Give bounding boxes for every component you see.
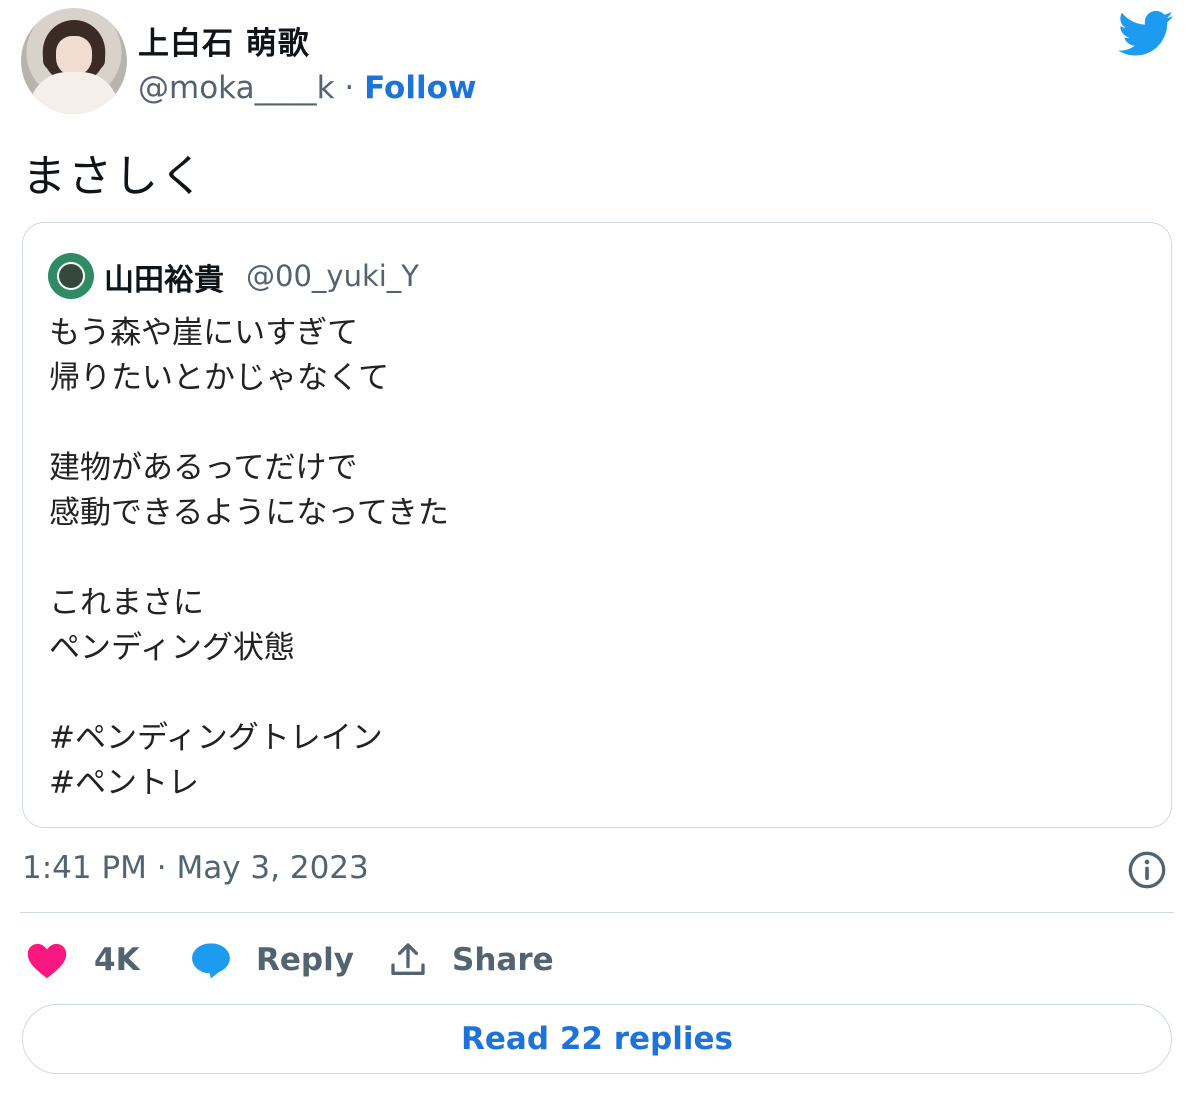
author-name[interactable]: 上白石 萌歌 bbox=[138, 18, 310, 63]
author-avatar[interactable] bbox=[21, 8, 127, 114]
author-handle-line: @moka____k · Follow bbox=[138, 70, 477, 106]
like-button[interactable]: 4K bbox=[26, 936, 140, 984]
author-handle[interactable]: @moka____k bbox=[138, 70, 335, 106]
like-count: 4K bbox=[94, 942, 140, 978]
quoted-author-handle: @00_yuki_Y bbox=[246, 259, 420, 293]
follow-link[interactable]: Follow bbox=[364, 70, 476, 106]
divider bbox=[20, 912, 1174, 913]
twitter-bird-icon[interactable] bbox=[1118, 10, 1174, 58]
quoted-tweet-card[interactable]: 山田裕貴 @00_yuki_Y もう森や崖にいすぎて 帰りたいとかじゃなくて 建… bbox=[22, 222, 1172, 828]
share-icon bbox=[391, 943, 425, 975]
quoted-tweet-text: もう森や崖にいすぎて 帰りたいとかじゃなくて 建物があるってだけで 感動できるよ… bbox=[49, 315, 449, 801]
share-label: Share bbox=[452, 942, 554, 978]
reply-label: Reply bbox=[256, 942, 354, 978]
info-icon[interactable] bbox=[1127, 850, 1167, 890]
read-replies-button[interactable]: Read 22 replies bbox=[22, 1004, 1172, 1074]
reply-button[interactable]: Reply bbox=[190, 936, 354, 984]
share-button[interactable]: Share bbox=[388, 936, 554, 984]
heart-icon bbox=[27, 943, 67, 979]
tweet-text: まさしく bbox=[22, 151, 206, 202]
reply-bubble-icon bbox=[192, 943, 230, 979]
action-bar: 4K Reply Share bbox=[22, 936, 722, 984]
tweet-timestamp[interactable]: 1:41 PM · May 3, 2023 bbox=[22, 850, 369, 886]
separator-dot: · bbox=[344, 70, 355, 106]
quoted-author-avatar[interactable] bbox=[48, 253, 94, 299]
quoted-author-name: 山田裕貴 bbox=[104, 263, 224, 298]
